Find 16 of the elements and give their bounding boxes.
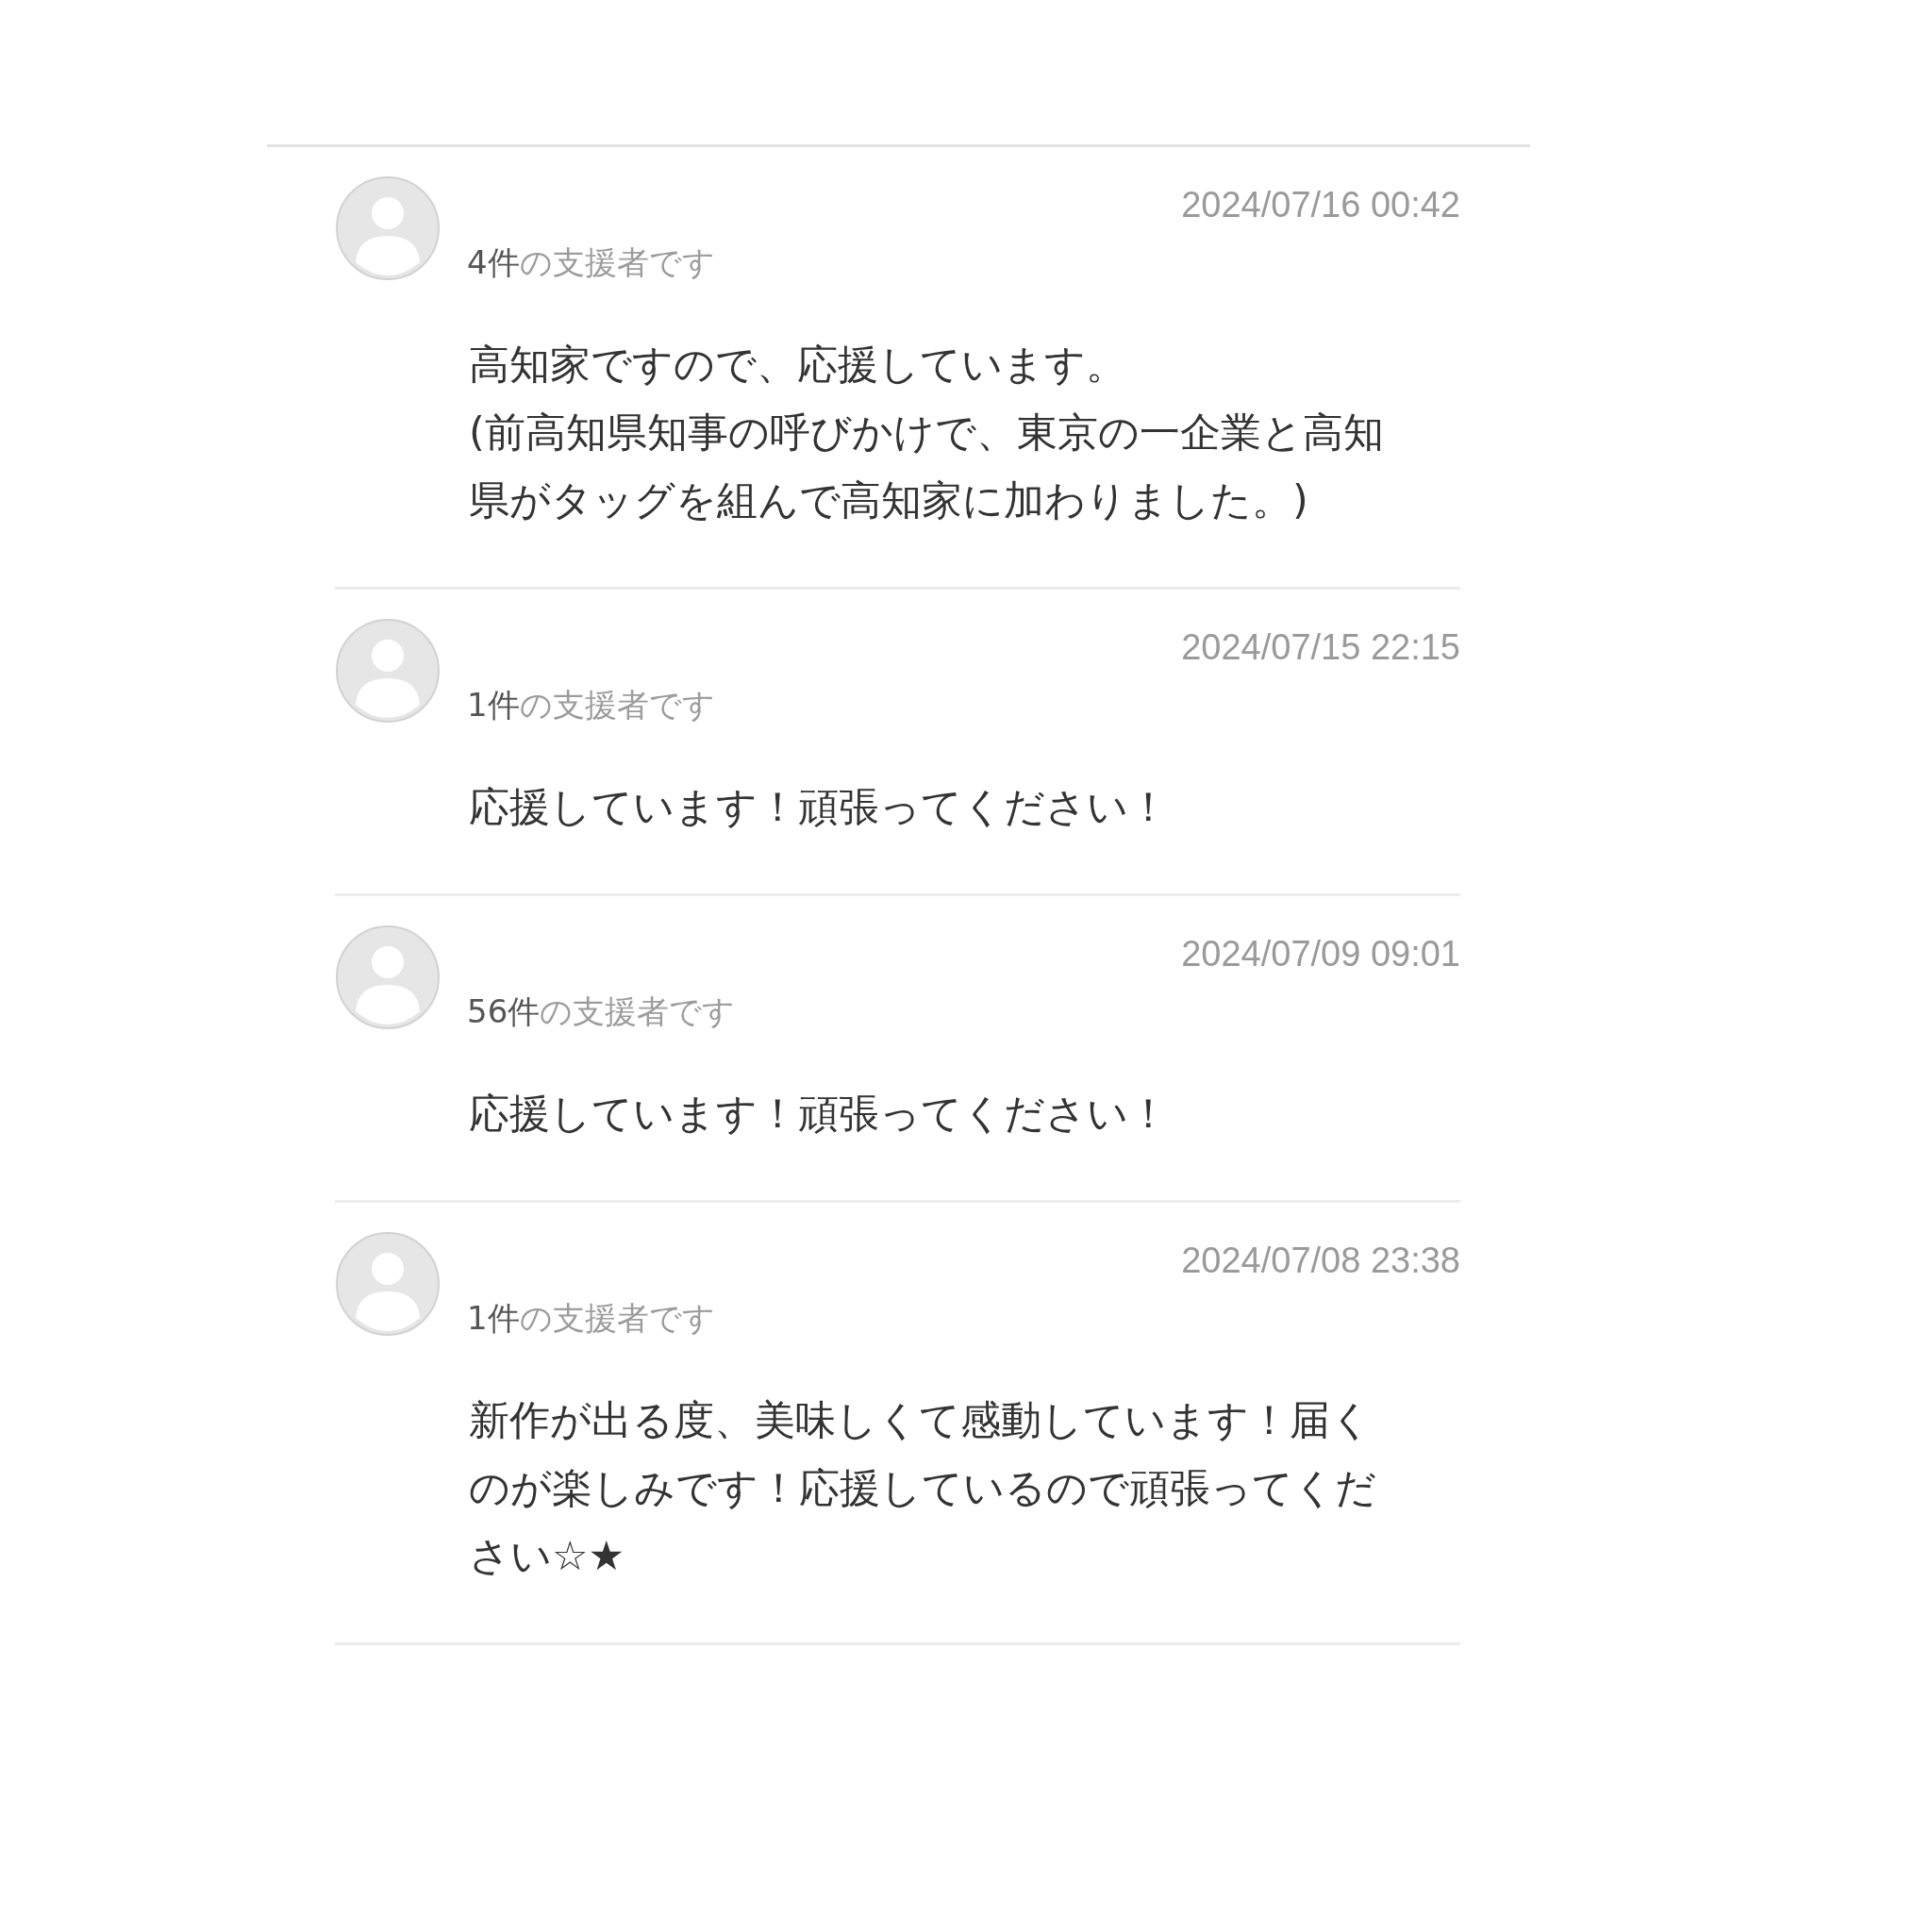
comment-text: 新作が出る度、美味しくて感動しています！届く のが楽しみです！応援しているので頑張ってくだ さい☆★ — [469, 1395, 1377, 1581]
comment-date: 2024/07/16 00:42 — [1181, 184, 1460, 225]
avatar-icon — [335, 1231, 441, 1337]
comment-text: 応援しています！頑張ってください！ — [469, 782, 1170, 832]
avatar-icon — [335, 924, 441, 1030]
supporter-count: 56件の支援者です — [467, 991, 737, 1032]
comment-date: 2024/07/09 09:01 — [1181, 933, 1460, 974]
avatar-icon — [335, 618, 441, 724]
supporter-count: 4件の支援者です — [467, 242, 716, 283]
comment-text: 高知家ですので、応援しています。 (前高知県知事の呼びかけで、東京の一企業と高知 県がタッグを組んで高知家に加わりました。) — [469, 340, 1385, 525]
comment-date: 2024/07/08 23:38 — [1181, 1240, 1460, 1281]
supporter-count: 1件の支援者です — [467, 1298, 716, 1339]
comment-text: 応援しています！頑張ってください！ — [469, 1089, 1170, 1139]
supporter-count: 1件の支援者です — [467, 685, 716, 725]
comment-date: 2024/07/15 22:15 — [1181, 626, 1460, 668]
avatar-icon — [335, 175, 441, 281]
